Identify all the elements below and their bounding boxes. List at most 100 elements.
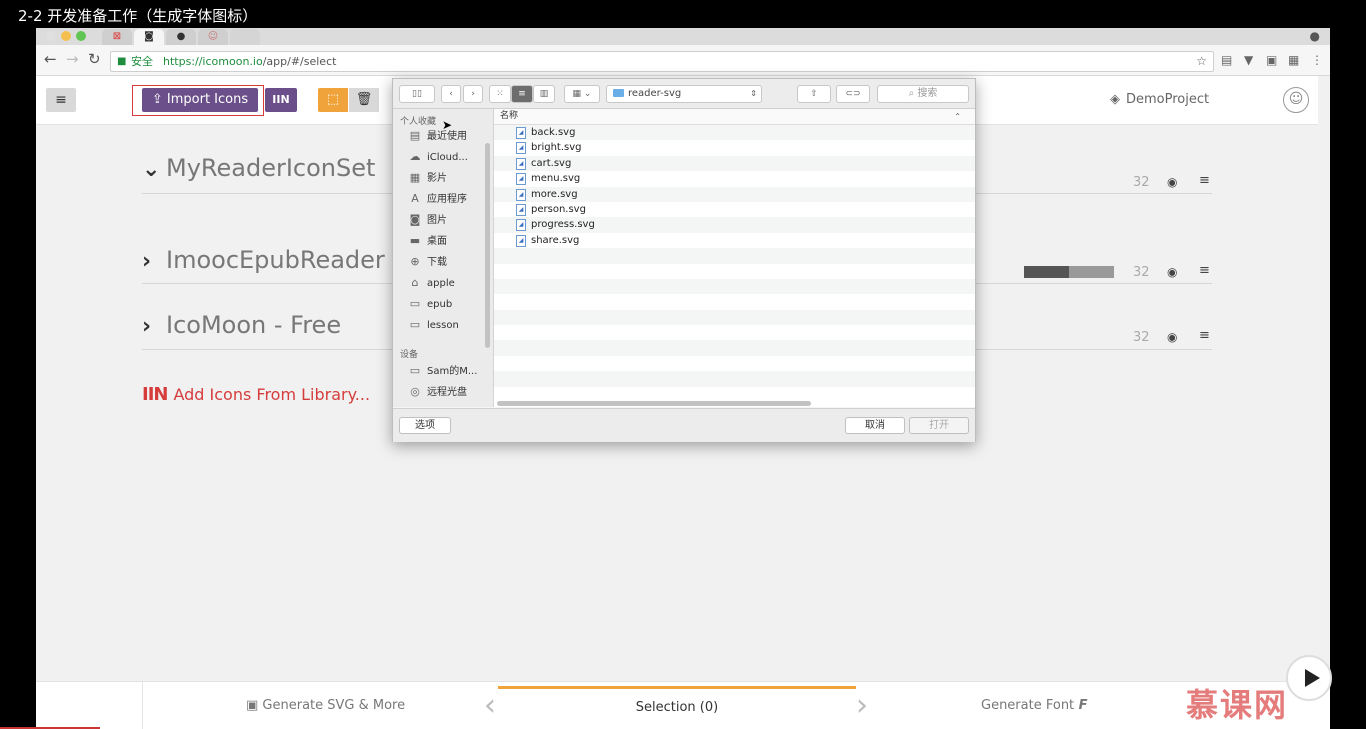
extension-icon-3[interactable]: ▣ <box>1266 53 1277 67</box>
file-row[interactable]: ◢ back.svg <box>494 125 975 141</box>
main-menu-button[interactable]: ≡ <box>46 88 76 112</box>
column-view-icon[interactable]: ▥ <box>533 85 555 103</box>
library-button[interactable]: IIN <box>265 88 297 112</box>
sidebar-item-favorites[interactable]: ☁ iCloud... <box>407 149 468 165</box>
bottom-bar: ▣ Generate SVG & More ‹ Selection (0) › … <box>36 681 1330 729</box>
options-button[interactable]: 选项 <box>399 417 451 434</box>
applications-icon: A <box>411 192 419 205</box>
list-view-icon[interactable]: ≡ <box>511 85 533 103</box>
extension-icon-1[interactable]: ▤ <box>1221 53 1232 67</box>
user-face-icon[interactable]: ☺ <box>1283 87 1309 113</box>
sidebar-item-devices[interactable]: ◎ 远程光盘 <box>407 384 467 400</box>
eye-icon[interactable]: ◉ <box>1167 265 1177 279</box>
tab-github[interactable]: ● <box>166 29 196 45</box>
browser-window: ⊠ ◙ ● ☺ ● ← → ↻ ■ 安全 https://icomoon.io/… <box>36 28 1330 729</box>
sidebar-item-favorites[interactable]: A 应用程序 <box>407 191 467 207</box>
generate-font-button[interactable]: Generate Font F <box>981 698 1088 713</box>
svg-file-icon: ◢ <box>516 188 526 201</box>
set-myreadericonset[interactable]: ⌄ MyReaderIconSet <box>142 153 375 185</box>
video-play-button[interactable] <box>1286 655 1332 701</box>
cancel-button[interactable]: 取消 <box>845 417 905 434</box>
file-row[interactable]: ◢ more.svg <box>494 186 975 202</box>
movies-icon: ▦ <box>409 171 421 184</box>
sidebar-item-favorites[interactable]: ▦ 影片 <box>407 170 447 186</box>
add-icons-from-library-link[interactable]: IIN Add Icons From Library... <box>142 384 370 405</box>
qr-code-icon[interactable]: ▦ <box>1288 53 1299 67</box>
extension-icon-2[interactable]: ▼ <box>1244 53 1253 67</box>
file-row[interactable]: ◢ person.svg <box>494 202 975 217</box>
forward-icon[interactable]: → <box>66 51 79 67</box>
sidebar-scrollbar[interactable] <box>485 143 490 348</box>
add-library-label: Add Icons From Library... <box>173 385 371 404</box>
arrange-icon[interactable]: ▦ ⌄ <box>564 85 600 103</box>
svg-file-icon: ◢ <box>516 142 526 155</box>
file-row[interactable]: ◢ bright.svg <box>494 140 975 155</box>
set-menu-icon[interactable]: ≡ <box>1199 263 1210 278</box>
set-menu-icon[interactable]: ≡ <box>1199 173 1210 188</box>
right-bracket-icon: › <box>856 688 868 723</box>
empty-row <box>494 294 975 309</box>
project-selector[interactable]: ◈ DemoProject <box>1110 92 1209 107</box>
set-icomoon-free[interactable]: › IcoMoon - Free <box>142 310 341 342</box>
select-tool-button[interactable]: ⬚ <box>318 88 348 112</box>
tab-4[interactable]: ☺ <box>198 29 228 45</box>
share-icon[interactable]: ⇧ <box>797 85 831 103</box>
sidebar-toggle-icon[interactable]: ▯▯ <box>399 85 435 103</box>
selection-tab[interactable]: Selection (0) <box>498 686 856 729</box>
file-list: 名称 ⌃ ◢ back.svg ◢ bright.svg ◢ cart.svg ◢ menu.… <box>494 109 975 407</box>
svg-file-icon: ◢ <box>516 203 526 216</box>
folder-select[interactable]: reader-svg ⇕ <box>606 85 762 103</box>
sidebar-item-favorites[interactable]: ▭ lesson <box>407 317 459 333</box>
window-minimize-dot[interactable] <box>61 31 71 41</box>
file-rows: ◢ back.svg ◢ bright.svg ◢ cart.svg ◢ menu.svg ◢ m… <box>494 125 975 402</box>
sidebar-item-label: 影片 <box>427 173 447 184</box>
sidebar-item-favorites[interactable]: ▤ 最近使用 <box>407 128 467 144</box>
back-icon[interactable]: ← <box>44 51 57 67</box>
sidebar-item-label: 图片 <box>427 215 447 226</box>
generate-svg-button[interactable]: ▣ Generate SVG & More <box>246 698 405 713</box>
file-row[interactable]: ◢ progress.svg <box>494 217 975 233</box>
generate-svg-label: Generate SVG & More <box>262 698 406 713</box>
sidebar-item-devices[interactable]: ▭ Sam的M... <box>407 363 478 379</box>
sidebar-item-favorites[interactable]: ▬ 桌面 <box>407 233 447 249</box>
set-menu-icon[interactable]: ≡ <box>1199 328 1210 343</box>
eye-icon[interactable]: ◉ <box>1167 175 1177 189</box>
sidebar-item-favorites[interactable]: ⊕ 下载 <box>407 254 447 270</box>
open-button[interactable]: 打开 <box>909 417 969 434</box>
browser-menu-icon[interactable]: ⋮ <box>1311 53 1323 67</box>
bookmark-star-icon[interactable]: ☆ <box>1196 52 1207 71</box>
horizontal-scrollbar[interactable] <box>497 401 811 406</box>
column-header[interactable]: 名称 ⌃ <box>494 109 975 125</box>
tag-icon[interactable]: ⊂⊃ <box>836 85 870 103</box>
sidebar-item-favorites[interactable]: ▭ epub <box>407 296 452 312</box>
tab-icomoon[interactable]: ◙ <box>134 29 164 45</box>
sidebar-item-favorites[interactable]: ◙ 图片 <box>407 212 447 228</box>
eye-icon[interactable]: ◉ <box>1167 330 1177 344</box>
updown-chevron-icon: ⇕ <box>750 89 757 98</box>
reload-icon[interactable]: ↻ <box>88 51 101 67</box>
file-row[interactable]: ◢ menu.svg <box>494 171 975 186</box>
window-zoom-dot[interactable] <box>76 31 86 41</box>
favorites-header: 个人收藏 <box>400 117 437 127</box>
sidebar-item-favorites[interactable]: ⌂ apple <box>407 275 455 291</box>
profile-icon[interactable]: ● <box>1310 29 1320 43</box>
file-row[interactable]: ◢ share.svg <box>494 233 975 248</box>
set-size: 32 <box>1133 265 1150 280</box>
file-row[interactable]: ◢ cart.svg <box>494 155 975 172</box>
set-imoocepubreader[interactable]: › ImoocEpubReader <box>142 245 385 277</box>
icon-view-icon[interactable]: ⁙ <box>489 85 511 103</box>
address-bar[interactable]: ■ 安全 https://icomoon.io/app/#/select ☆ <box>110 51 1214 72</box>
file-name: person.svg <box>531 203 586 215</box>
dialog-back-icon[interactable]: ‹ <box>441 85 461 103</box>
tab-1[interactable]: ⊠ <box>102 29 132 45</box>
delete-tool-button[interactable]: 🗑 <box>349 88 379 112</box>
import-icons-button[interactable]: ⇪ Import Icons <box>142 88 258 112</box>
window-close-dot[interactable] <box>46 31 56 41</box>
empty-row <box>494 371 975 387</box>
new-tab-button[interactable] <box>230 29 260 45</box>
file-name: share.svg <box>531 234 580 246</box>
dialog-forward-icon[interactable]: › <box>463 85 483 103</box>
dialog-search-input[interactable]: ⌕ 搜索 <box>877 85 969 103</box>
generate-font-label: Generate Font <box>981 698 1075 713</box>
sidebar-item-label: iCloud... <box>427 152 468 163</box>
